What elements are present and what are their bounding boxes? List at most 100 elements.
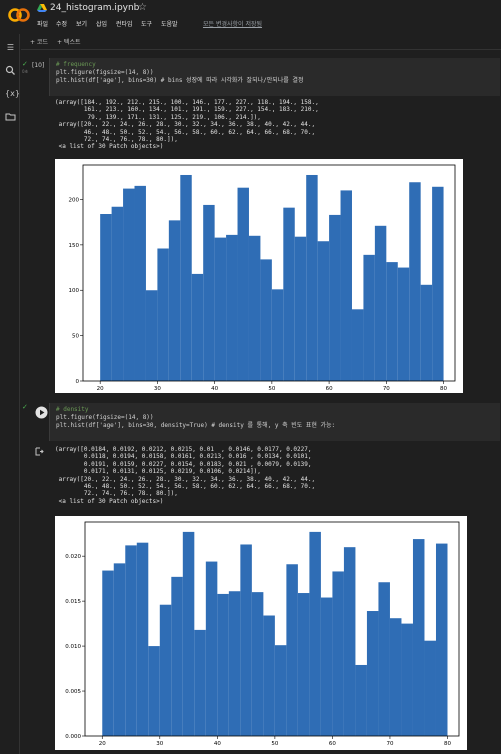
output-icon[interactable] xyxy=(35,447,44,456)
success-check-icon: ✓ xyxy=(22,60,28,68)
search-icon[interactable] xyxy=(5,65,16,76)
histogram-bar xyxy=(217,593,229,736)
histogram-bar xyxy=(159,604,172,736)
menu-insert[interactable]: 삽입 xyxy=(96,19,107,28)
output-line: 72., 74., 76., 78., 80.]), xyxy=(55,136,178,144)
histogram-bar xyxy=(240,544,252,736)
header: 24_histogram.ipynb ☆ 파일 수정 보기 삽입 런타임 도구 … xyxy=(0,0,501,34)
histogram-bar xyxy=(228,591,241,736)
histogram-bar xyxy=(366,611,379,736)
code-icon[interactable]: {x} xyxy=(5,88,20,99)
add-code-button[interactable]: + 코드 xyxy=(30,37,48,46)
x-tick-label: 70 xyxy=(386,741,393,747)
x-tick-label: 80 xyxy=(440,386,447,392)
histogram-bar xyxy=(329,214,341,381)
histogram-bar xyxy=(123,188,135,381)
colab-logo[interactable] xyxy=(8,6,30,24)
histogram-bar xyxy=(260,259,272,381)
x-tick-label: 20 xyxy=(97,386,104,392)
menu-help[interactable]: 도움말 xyxy=(161,19,178,28)
histogram-bar xyxy=(424,640,436,736)
y-tick-label: 150 xyxy=(69,243,80,249)
x-tick-label: 70 xyxy=(383,386,390,392)
output-line: array([20., 22., 24., 26., 28., 30., 32.… xyxy=(55,121,316,129)
histogram-chart-density: 20 30 40 50 60 70 80 0.000 0.005 0.010 0.015 0.020 xyxy=(65,521,460,747)
y-tick-label: 0.000 xyxy=(65,734,81,740)
histogram-bar xyxy=(283,207,295,381)
histogram-bar xyxy=(386,262,398,381)
menu-file[interactable]: 파일 xyxy=(37,19,48,28)
histogram-bar xyxy=(374,225,387,381)
code-line: plt.hist(df['age'], bins=30) # bins 성장에 … xyxy=(56,77,304,84)
histogram-bar xyxy=(168,220,181,381)
histogram-bar xyxy=(306,174,318,381)
menu-tools[interactable]: 도구 xyxy=(141,19,152,28)
histogram-bar xyxy=(432,186,444,381)
y-tick-label: 0.005 xyxy=(65,689,81,695)
histogram-bar xyxy=(157,248,169,381)
histogram-bar xyxy=(203,204,215,381)
histogram-bar xyxy=(435,543,448,736)
output-line: <a list of 30 Patch objects>) xyxy=(55,143,164,151)
menu-icon[interactable]: ☰ xyxy=(5,42,16,53)
x-tick-label: 40 xyxy=(214,741,221,747)
histogram-bar xyxy=(363,254,375,381)
histogram-bar xyxy=(102,570,114,736)
run-cell-button[interactable] xyxy=(35,406,48,419)
folder-icon[interactable] xyxy=(5,111,16,122)
code-cell-1[interactable]: # frequency plt.figure(figsize=(14, 8)) … xyxy=(49,58,500,96)
histogram-bar xyxy=(274,645,287,736)
output-line: <a list of 30 Patch objects>) xyxy=(55,497,164,505)
histogram-bar xyxy=(226,234,238,381)
histogram-bar xyxy=(148,646,160,736)
x-tick-label: 20 xyxy=(99,741,106,747)
histogram-bar xyxy=(317,241,330,381)
x-tick-label: 40 xyxy=(211,386,218,392)
histogram-bar xyxy=(263,615,275,736)
output-line: 0.0118, 0.0194, 0.0158, 0.0161, 0.0213, … xyxy=(55,453,312,461)
output-line: 161., 213., 160., 134., 101., 191., 159.… xyxy=(55,106,319,114)
histogram-bar xyxy=(237,187,249,381)
output-line: (array([0.0184, 0.0192, 0.0212, 0.0215, … xyxy=(55,446,312,453)
output-line: 72., 74., 76., 78., 80.]), xyxy=(55,490,178,498)
output-line: 0.0171, 0.0131, 0.0125, 0.0219, 0.0106, … xyxy=(55,468,261,476)
histogram-bar xyxy=(214,237,227,381)
menu-runtime[interactable]: 런타임 xyxy=(116,19,133,28)
drive-icon[interactable] xyxy=(37,3,47,13)
star-icon[interactable]: ☆ xyxy=(138,2,147,13)
output-2-text: (array([0.0184, 0.0192, 0.0212, 0.0215, … xyxy=(55,446,315,505)
histogram-bar xyxy=(271,289,284,381)
x-tick-label: 80 xyxy=(444,741,451,747)
menu-view[interactable]: 보기 xyxy=(76,19,87,28)
x-tick-label: 50 xyxy=(268,386,275,392)
histogram-bar xyxy=(286,564,298,736)
output-line: 46., 48., 50., 52., 54., 56., 58., 60., … xyxy=(55,128,316,136)
histogram-bar xyxy=(332,571,344,736)
cell1-gutter: ✓ [10] 0초 xyxy=(22,58,48,98)
histogram-bar xyxy=(294,236,307,381)
code-cell-2[interactable]: # density plt.figure(figsize=(14, 8)) pl… xyxy=(49,403,500,441)
y-tick-label: 100 xyxy=(69,288,80,294)
histogram-bar xyxy=(378,582,390,736)
histogram-bar xyxy=(409,182,421,381)
histogram-bar xyxy=(251,592,264,736)
x-tick-label: 60 xyxy=(329,741,336,747)
histogram-bar xyxy=(182,531,195,736)
left-sidebar: ☰ {x} xyxy=(0,34,20,754)
x-tick-label: 60 xyxy=(326,386,333,392)
code-line: # density xyxy=(56,406,89,413)
histogram-bar xyxy=(180,174,192,381)
code-line: plt.hist(df['age'], bins=30, density=Tru… xyxy=(56,422,336,429)
save-status-link[interactable]: 모든 변경사항이 저장됨 xyxy=(203,19,262,28)
menu-edit[interactable]: 수정 xyxy=(56,19,67,28)
success-check-icon: ✓ xyxy=(22,403,28,411)
histogram-bar xyxy=(248,235,261,381)
cell-toolbar: + 코드 + 텍스트 xyxy=(21,34,501,50)
histogram-bar xyxy=(401,623,413,736)
histogram-bar xyxy=(420,284,433,381)
output-line: (array([184., 192., 212., 215., 100., 14… xyxy=(55,99,319,106)
notebook-title[interactable]: 24_histogram.ipynb xyxy=(50,3,139,13)
histogram-bar xyxy=(136,542,149,736)
add-text-button[interactable]: + 텍스트 xyxy=(57,37,81,46)
histogram-bar xyxy=(145,290,158,381)
